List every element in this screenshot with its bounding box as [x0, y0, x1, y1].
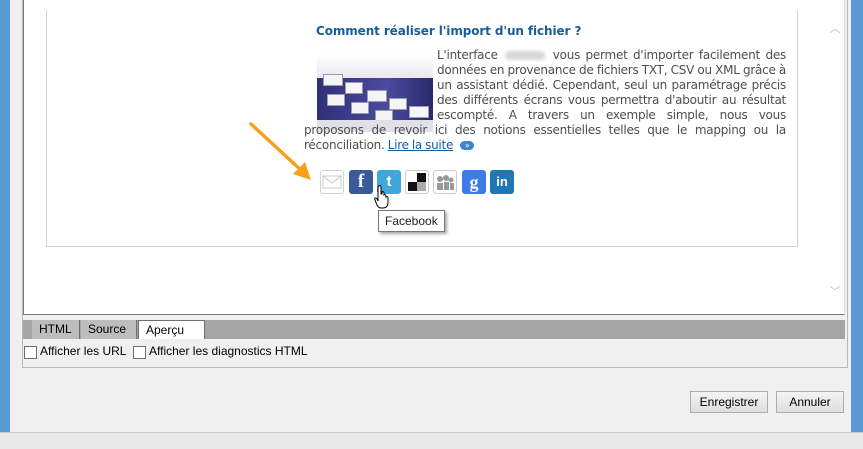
html-preview-pane[interactable]: ︿ ﹀ Comment réaliser l'import d'un fichi… [23, 0, 845, 315]
linkedin-icon[interactable]: in [490, 170, 514, 194]
show-diagnostics-label[interactable]: Afficher les diagnostics HTML [149, 344, 308, 358]
cancel-button[interactable]: Annuler [776, 391, 844, 413]
vertical-scrollbar[interactable]: ︿ ﹀ [826, 0, 844, 314]
read-more-chevron-icon[interactable]: » [460, 141, 475, 150]
show-diagnostics-checkbox[interactable] [133, 346, 146, 359]
tab-source[interactable]: Source [81, 320, 137, 339]
myspace-icon[interactable] [433, 170, 457, 194]
article-body: L'interface vous permet d'importer facil… [304, 48, 786, 153]
annotation-arrow-icon [249, 122, 311, 180]
window-frame-right [851, 0, 863, 432]
google-icon[interactable]: g [462, 170, 486, 194]
facebook-icon[interactable]: f [349, 170, 373, 194]
read-more-link[interactable]: Lire la suite [388, 138, 454, 152]
hand-cursor-icon [374, 185, 389, 209]
show-urls-label[interactable]: Afficher les URL [40, 344, 126, 358]
article-title: Comment réaliser l'import d'un fichier ? [316, 24, 582, 38]
scroll-up-arrow-icon[interactable]: ︿ [829, 23, 841, 35]
view-tabbar: HTML Source Aperçu [23, 320, 845, 339]
facebook-tooltip: Facebook [378, 210, 445, 232]
delicious-icon[interactable] [405, 170, 429, 194]
window-frame-left [0, 0, 10, 432]
mail-icon[interactable] [320, 170, 344, 194]
tab-html[interactable]: HTML [32, 320, 80, 339]
save-button[interactable]: Enregistrer [690, 391, 768, 413]
tab-apercu[interactable]: Aperçu [138, 320, 205, 339]
show-urls-checkbox[interactable] [24, 346, 37, 359]
editor-dialog: ︿ ﹀ Comment réaliser l'import d'un fichi… [10, 0, 851, 432]
scroll-down-arrow-icon[interactable]: ﹀ [829, 286, 841, 298]
window-frame-bottom [0, 432, 863, 449]
article-text-start: L'interface [437, 48, 498, 62]
redacted-product-name [505, 51, 546, 60]
